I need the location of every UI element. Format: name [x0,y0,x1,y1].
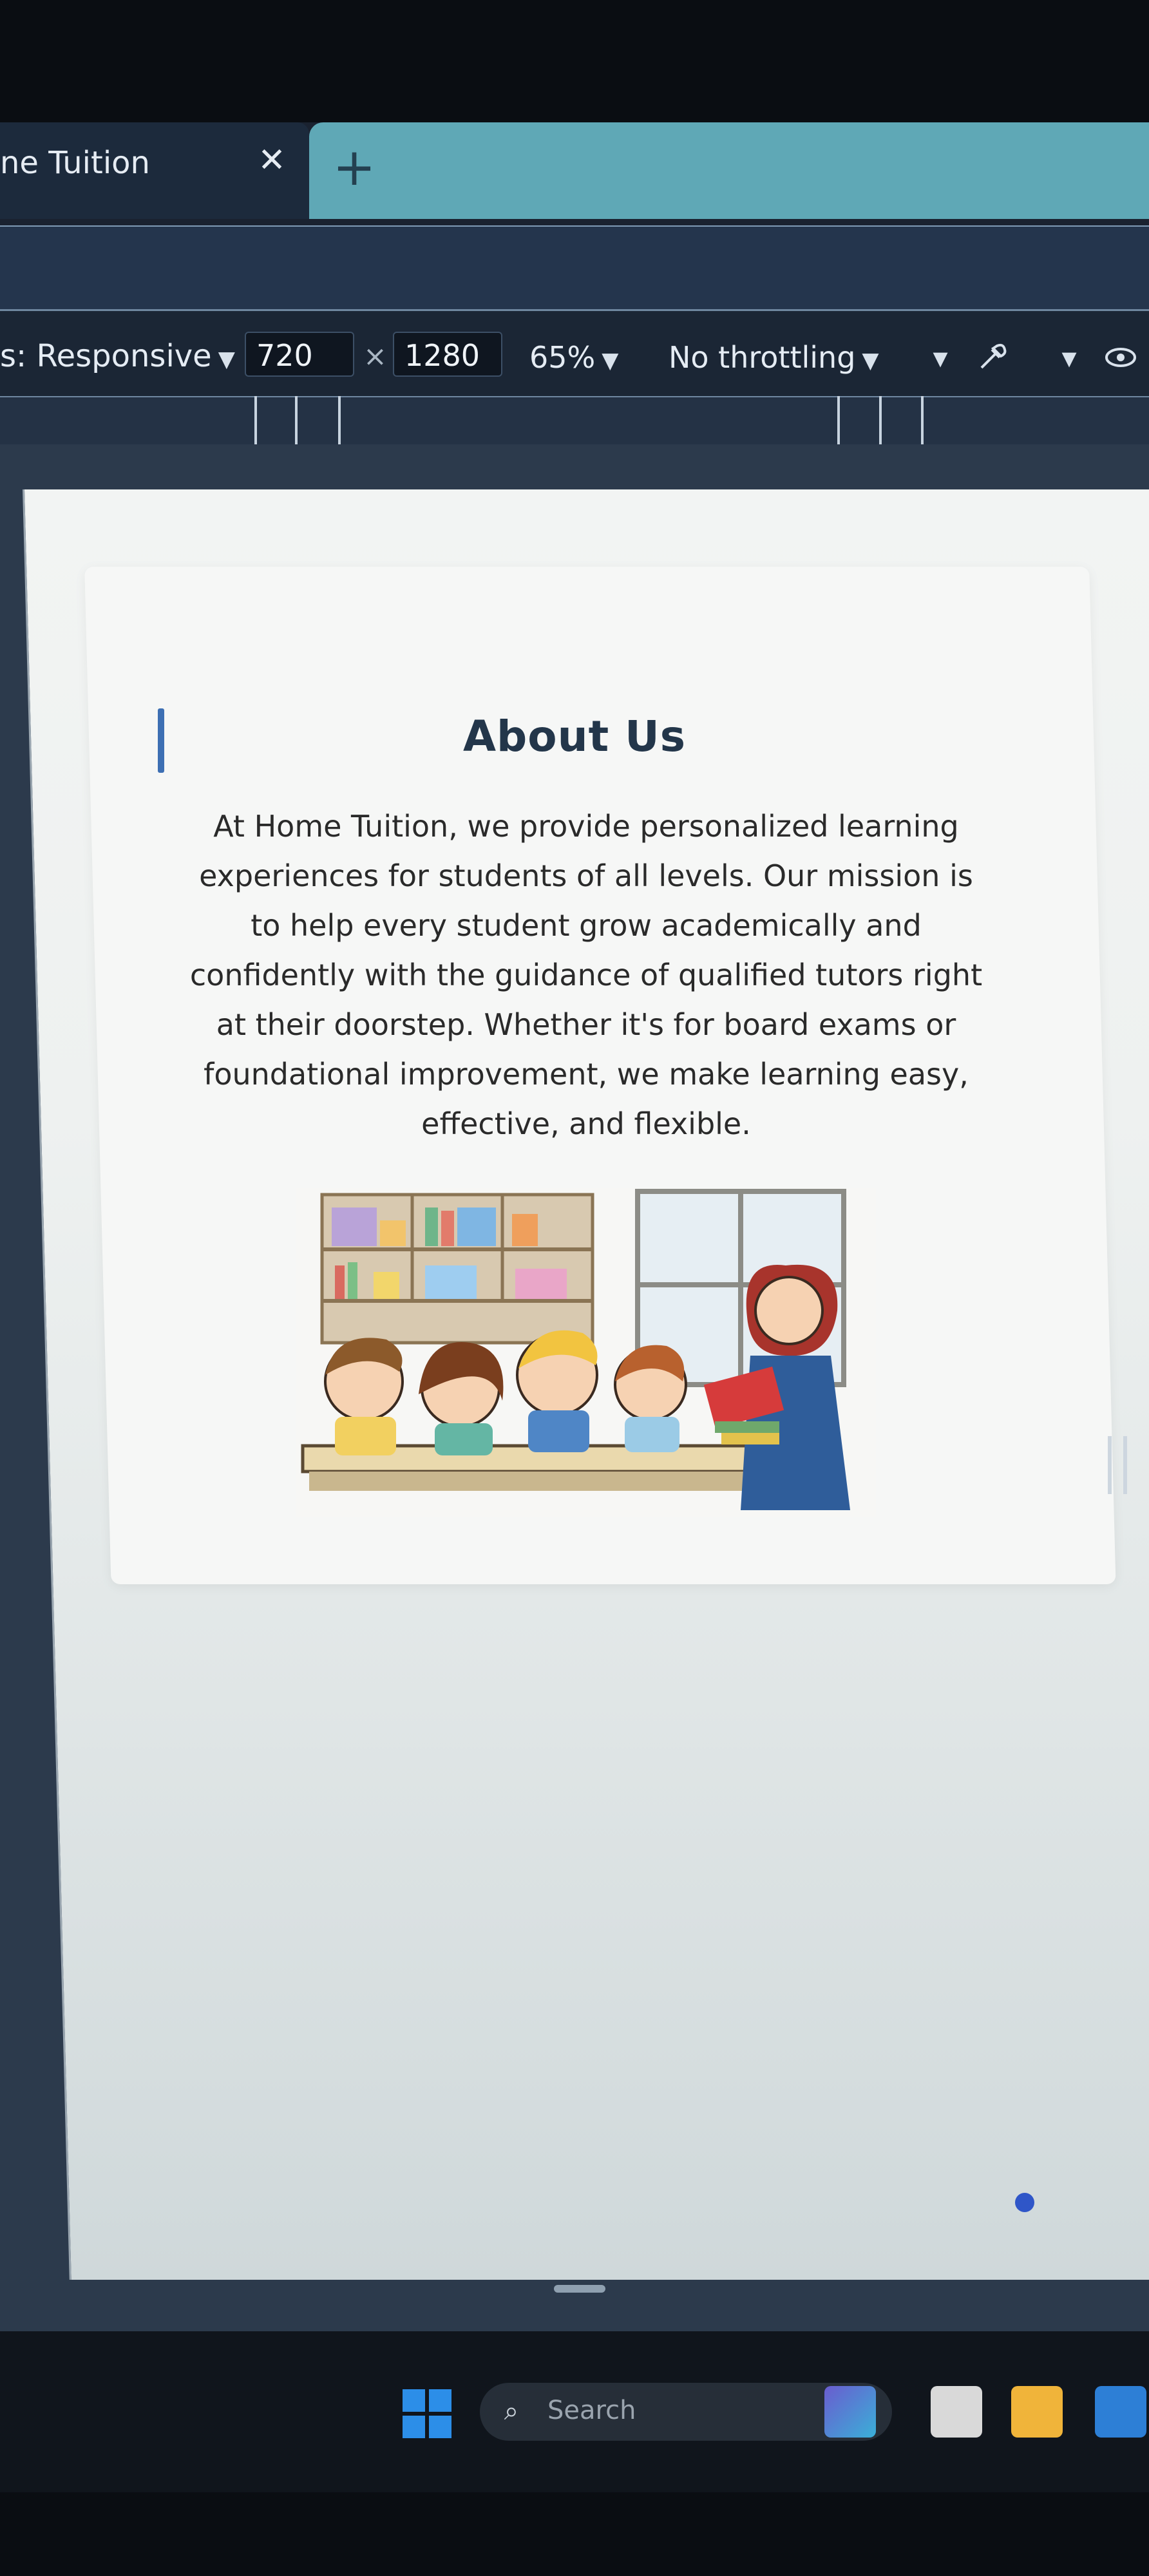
ruler-mark [338,396,341,444]
chevron-down-icon: ▼ [862,348,879,374]
height-input[interactable]: 1280 [393,332,502,377]
new-tab-button[interactable]: + [328,142,380,193]
chevron-down-icon: ▼ [218,346,235,372]
viewport-resize-handle[interactable] [1108,1436,1127,1494]
tab-title[interactable]: ne Tuition [0,145,150,181]
chevron-down-icon[interactable]: ▾ [1050,338,1088,377]
ruler-mark [879,396,882,444]
throttling-value: No throttling [669,340,856,375]
bottom-resize-handle[interactable] [554,2285,605,2293]
mail-app-icon[interactable] [1095,2386,1146,2438]
taskbar-search-placeholder[interactable]: Search [547,2396,636,2425]
chevron-down-icon: ▼ [602,348,619,374]
ruler-mark [295,396,298,444]
copilot-app-icon[interactable] [824,2386,876,2438]
floating-indicator [1015,2193,1034,2212]
chevron-down-icon[interactable]: ▾ [921,338,960,377]
throttling-select[interactable]: No throttling ▼ [669,340,879,375]
width-input[interactable]: 720 [245,332,354,377]
page-title: About Us [462,712,687,761]
ruler-mark [254,396,257,444]
zoom-select[interactable]: 65% ▼ [529,340,618,375]
media-query-ruler [0,396,1149,446]
times-separator: × [363,340,387,373]
zoom-value: 65% [529,340,596,375]
classroom-illustration [296,1188,876,1517]
new-tab-area [309,122,1149,219]
ruler-mark [837,396,840,444]
windows-start-icon[interactable] [403,2389,451,2438]
eyedropper-icon[interactable] [973,338,1011,377]
about-description: At Home Tuition, we provide personalized… [189,809,983,1141]
ruler-mark [921,396,924,444]
student [516,1330,598,1452]
folder-app-icon[interactable] [1011,2386,1063,2438]
student [324,1338,404,1455]
search-icon: ⌕ [504,2396,519,2426]
eye-icon[interactable] [1101,338,1140,377]
device-select[interactable]: s: Responsive ▼ [0,338,235,374]
student [614,1345,687,1452]
address-bar[interactable] [0,225,1149,310]
close-tab-icon[interactable]: ✕ [254,143,289,178]
device-label: s: Responsive [0,338,212,374]
notes-app-icon[interactable] [931,2386,982,2438]
